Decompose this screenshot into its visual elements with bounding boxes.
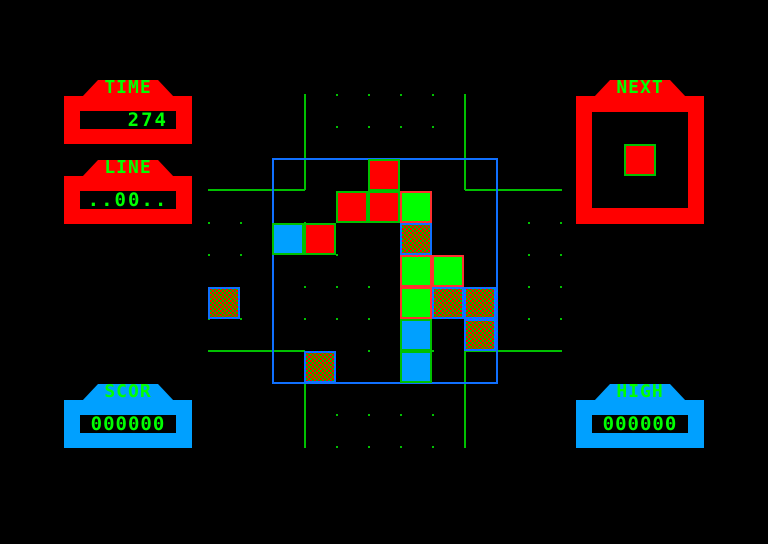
playfield [208,94,562,448]
block-green [400,287,432,319]
block-red [368,191,400,223]
block-red [336,191,368,223]
block-green [400,255,432,287]
block-checker [464,287,496,319]
block-blue [272,223,304,255]
block-checker [432,287,464,319]
block-checker [304,351,336,383]
guide-lines [208,94,562,448]
block-checker [464,319,496,351]
block-green [432,255,464,287]
block-checker [400,223,432,255]
block-blue [400,351,432,383]
block-blue [400,319,432,351]
blocks [208,159,496,383]
guide-dots [208,94,562,448]
block-green [400,191,432,223]
block-red [304,223,336,255]
block-red [368,159,400,191]
block-checker [208,287,240,319]
